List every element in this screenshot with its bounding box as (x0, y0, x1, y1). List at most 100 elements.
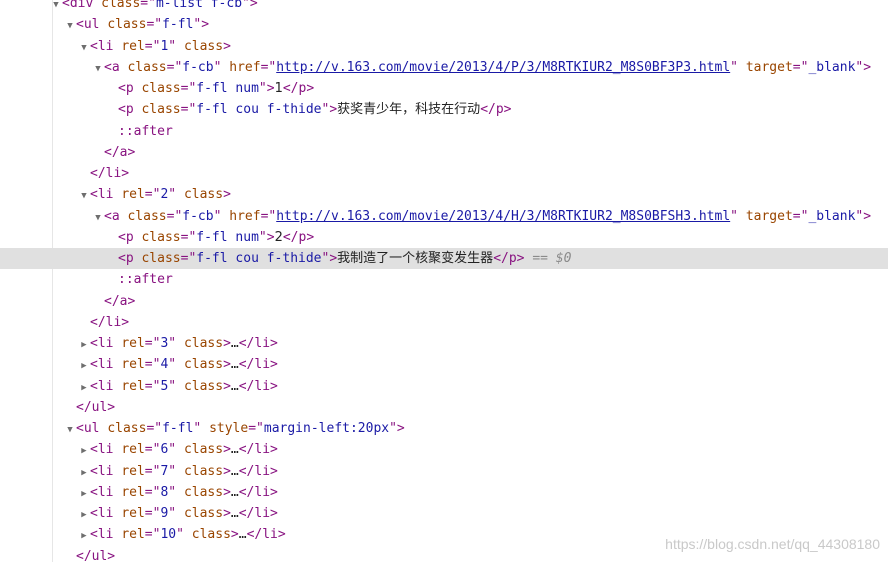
expand-triangle-icon[interactable]: ▼ (92, 208, 104, 227)
expand-triangle-icon[interactable]: ▼ (64, 420, 76, 439)
attribute-value: f-fl cou f-thide (196, 251, 322, 266)
dom-node-row[interactable]: ▶ <li rel="5" class>…</li> (0, 376, 888, 397)
dom-node-row[interactable]: </a> (0, 291, 888, 312)
tag-token: " (730, 59, 746, 75)
collapse-triangle-icon[interactable]: ▶ (78, 484, 90, 503)
tag-token: =" (260, 208, 277, 224)
tag-token: <li (90, 484, 122, 500)
dom-node-row[interactable]: <p class="f-fl cou f-thide">获奖青少年，科技在行动<… (0, 99, 888, 120)
attribute-value: f-fl cou f-thide (196, 102, 322, 118)
attribute-name: class (141, 102, 181, 118)
dom-node-row[interactable]: </ul> (0, 397, 888, 418)
dom-node-row[interactable]: <p class="f-fl num">1</p> (0, 78, 888, 99)
dom-node-row[interactable]: ▶ <li rel="8" class>…</li> (0, 482, 888, 503)
tag-token: " (168, 506, 184, 521)
dom-node-row[interactable]: ▼ <a class="f-cb" href="http://v.163.com/… (0, 206, 888, 227)
tag-token: =" (146, 17, 163, 33)
dom-node-row[interactable]: ::after (0, 269, 888, 290)
dom-node-row[interactable]: ▼ <ul class="f-fl" style="margin-left:20p… (0, 418, 888, 439)
tag-token: "> (258, 229, 275, 245)
attribute-name: rel (121, 442, 145, 458)
tag-token: </li> (90, 166, 130, 181)
attribute-name: class (183, 484, 224, 500)
collapse-triangle-icon[interactable]: ▶ (78, 356, 90, 375)
tag-token: =" (144, 527, 161, 543)
tag-token: "> (855, 59, 872, 75)
attribute-name: class (183, 38, 224, 54)
dom-node-row[interactable]: ▶ <li rel="9" class>…</li> (0, 503, 888, 524)
selected-marker: == $0 (524, 251, 572, 266)
dom-node-row[interactable]: </a> (0, 142, 888, 163)
attribute-name: class (183, 463, 224, 479)
collapsed-ellipsis: … (230, 357, 239, 373)
tag-token: </li> (238, 506, 278, 521)
tag-token: > (223, 378, 231, 394)
dom-node-row[interactable]: ▶ <li rel="4" class>…</li> (0, 354, 888, 375)
tag-token: <li (90, 378, 122, 394)
tag-token: =" (144, 463, 161, 479)
attribute-name: rel (121, 506, 145, 521)
expand-triangle-icon[interactable]: ▼ (78, 186, 90, 205)
attribute-name: rel (121, 336, 145, 351)
tag-token: <li (90, 442, 122, 458)
attribute-name: rel (121, 38, 145, 54)
expand-triangle-icon[interactable]: ▼ (78, 38, 90, 57)
text-node: 1 (274, 81, 283, 96)
dom-node-row[interactable]: ::after (0, 121, 888, 142)
tag-token: > (223, 38, 231, 54)
tag-token: =" (180, 81, 197, 96)
collapsed-ellipsis: … (230, 336, 239, 351)
attribute-name: href (229, 208, 261, 224)
tag-token: =" (144, 442, 161, 458)
collapse-triangle-icon[interactable]: ▶ (78, 505, 90, 524)
expand-triangle-icon[interactable]: ▼ (64, 16, 76, 35)
dom-node-row-selected[interactable]: <p class="f-fl cou f-thide">我制造了一个核聚变发生器… (0, 248, 888, 269)
attribute-name: target (745, 59, 793, 75)
dom-node-row[interactable]: ▼ <li rel="2" class> (0, 184, 888, 205)
dom-node-row[interactable]: <p class="f-fl num">2</p> (0, 227, 888, 248)
tag-token: </li> (238, 378, 278, 394)
watermark: https://blog.csdn.net/qq_44308180 (665, 536, 880, 552)
dom-node-row[interactable]: ▶ <li rel="3" class>…</li> (0, 333, 888, 354)
dom-node-row[interactable]: ▶ <li rel="6" class>…</li> (0, 439, 888, 460)
dom-node-row[interactable]: ▼ <a class="f-cb" href="http://v.163.com/… (0, 57, 888, 78)
href-link[interactable]: http://v.163.com/movie/2013/4/H/3/M8RTKI… (276, 209, 730, 224)
attribute-name: class (183, 442, 224, 458)
collapse-triangle-icon[interactable]: ▶ (78, 335, 90, 354)
attribute-name: class (141, 81, 181, 96)
attribute-value: _blank (808, 208, 856, 224)
expand-triangle-icon[interactable]: ▼ (50, 0, 62, 14)
attribute-value: f-cb (182, 59, 214, 75)
attribute-value: f-fl num (196, 81, 259, 96)
dom-node-row[interactable]: ▼ <ul class="f-fl"> (0, 14, 888, 35)
tag-token: <li (90, 527, 122, 543)
tag-token: </p> (282, 81, 315, 96)
attribute-value: 10 (160, 527, 177, 543)
collapse-triangle-icon[interactable]: ▶ (78, 463, 90, 482)
attribute-name: rel (121, 187, 145, 203)
tag-token: " (168, 378, 184, 394)
tag-token: <li (90, 336, 122, 351)
tag-token: </li> (238, 357, 278, 373)
dom-node-row[interactable]: ▶ <li rel="7" class>…</li> (0, 461, 888, 482)
tag-token: =" (792, 59, 809, 75)
text-node: 获奖青少年，科技在行动 (337, 102, 481, 118)
attribute-name: class (127, 59, 167, 75)
href-link[interactable]: http://v.163.com/movie/2013/4/P/3/M8RTKI… (276, 60, 730, 75)
tag-token: > (223, 357, 231, 373)
tag-token: =" (146, 421, 163, 436)
dom-node-row[interactable]: </li> (0, 163, 888, 184)
dom-node-row[interactable]: ▼ <li rel="1" class> (0, 36, 888, 57)
collapse-triangle-icon[interactable]: ▶ (78, 378, 90, 397)
tag-token: <p (118, 102, 142, 118)
tag-token: =" (180, 251, 197, 266)
attribute-value: m-list f-cb (155, 0, 243, 11)
collapse-triangle-icon[interactable]: ▶ (78, 441, 90, 460)
expand-triangle-icon[interactable]: ▼ (92, 59, 104, 78)
dom-node-row[interactable]: ▼ <div class="m-list f-cb"> (0, 0, 888, 14)
tag-token: </li> (90, 314, 130, 330)
dom-node-row[interactable]: </li> (0, 312, 888, 333)
tag-token: </li> (238, 484, 278, 500)
collapse-triangle-icon[interactable]: ▶ (78, 526, 90, 545)
attribute-name: class (183, 378, 224, 394)
